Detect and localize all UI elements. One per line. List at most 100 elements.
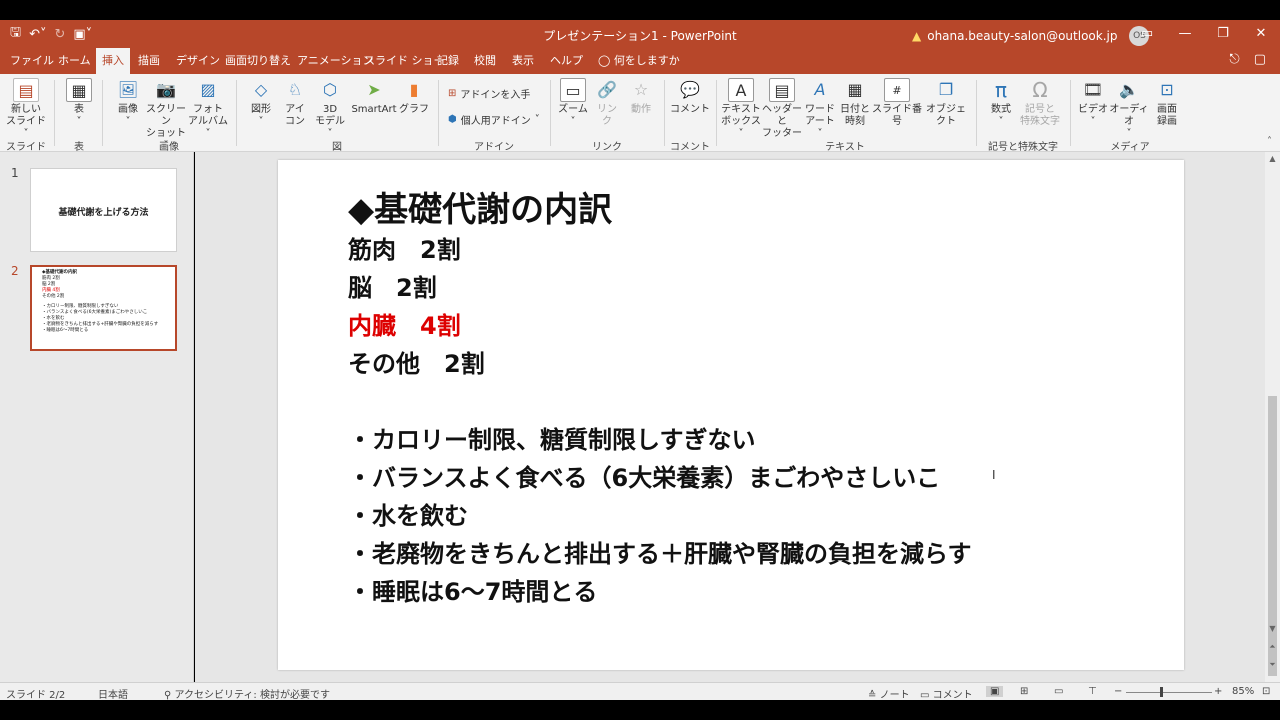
group-media: メディア: [1110, 142, 1150, 153]
minimize-button[interactable]: —: [1166, 20, 1204, 48]
speaker-icon: 🔈: [1119, 80, 1139, 99]
letterbox-bottom: [0, 700, 1280, 720]
scroll-up-icon[interactable]: ▲: [1265, 154, 1280, 163]
slide-thumbnail-pane: 1 基礎代謝を上げる方法 2 ◆基礎代謝の内訳 筋肉 2割 脳 2割 内臓 4割…: [0, 152, 194, 682]
video-button[interactable]: 🎞 ビデオ ˅: [1076, 78, 1110, 128]
slide-thumbnail-2[interactable]: ◆基礎代謝の内訳 筋肉 2割 脳 2割 内臓 4割 その他 2割 ・カロリー制限…: [30, 265, 177, 351]
tab-transitions[interactable]: 画面切り替え: [219, 48, 297, 74]
new-slide-icon: ▤: [13, 78, 39, 102]
comments-button[interactable]: ▭ コメント: [920, 686, 973, 701]
account-email[interactable]: ohana.beauty-salon@outlook.jp: [927, 29, 1117, 43]
screen-recording-button[interactable]: ⊡ 画面 録画: [1150, 78, 1184, 128]
table-button[interactable]: ▦ 表 ˅: [62, 78, 96, 128]
slide-thumbnail-1[interactable]: 基礎代謝を上げる方法: [30, 168, 177, 252]
smartart-button[interactable]: ➤ SmartArt: [350, 78, 398, 116]
textbox-button[interactable]: A テキスト ボックス ˅: [720, 78, 762, 140]
audio-button[interactable]: 🔈 オーディオ ˅: [1108, 78, 1150, 140]
notes-button[interactable]: ≙ ノート: [868, 686, 910, 701]
group-links: リンク: [592, 142, 622, 153]
shapes-button[interactable]: ◇ 図形 ˅: [244, 78, 278, 128]
reading-view-icon[interactable]: ▭: [1054, 686, 1063, 697]
group-text: テキスト: [825, 142, 865, 153]
bullet-item[interactable]: ・カロリー制限、糖質制限しすぎない: [348, 420, 756, 455]
group-images: 画像: [159, 142, 179, 153]
tab-record[interactable]: 記録: [431, 48, 465, 74]
body-line[interactable]: 脳 2割: [348, 268, 437, 303]
ribbon-display-options-icon[interactable]: ▭: [1128, 20, 1166, 48]
screen-recording-icon: ⊡: [1160, 80, 1174, 99]
next-slide-icon[interactable]: ⏷: [1265, 660, 1280, 670]
scrollbar-thumb[interactable]: [1268, 396, 1277, 676]
restore-button[interactable]: ❐: [1204, 20, 1242, 48]
zoom-slider[interactable]: [1126, 692, 1212, 693]
slide-number-button[interactable]: # スライド番号: [872, 78, 922, 128]
my-addins-button[interactable]: ⬢ 個人用アドイン ˅: [448, 112, 540, 127]
3d-model-button[interactable]: ⬡ 3D モデル ˅: [312, 78, 348, 140]
tab-view[interactable]: 表示: [506, 48, 540, 74]
group-slides: スライド: [6, 142, 46, 153]
collapse-ribbon-icon[interactable]: ˄: [1267, 136, 1272, 147]
bullet-item[interactable]: ・老廃物をきちんと排出する＋肝臓や腎臓の負担を減らす: [348, 534, 972, 569]
title-bar: 🖫 ↶˅ ↻ ▣˅ プレゼンテーション1 - PowerPoint ▲ ohan…: [0, 20, 1280, 48]
body-line[interactable]: 筋肉 2割: [348, 230, 461, 265]
vertical-scrollbar[interactable]: ▲ ▼ ⏶ ⏷: [1265, 152, 1280, 682]
calendar-icon: ▦: [847, 80, 863, 99]
bullet-item[interactable]: ・バランスよく食べる（6大栄養素）まごわやさしいこ: [348, 458, 940, 493]
photo-album-button[interactable]: ▨ フォト アルバム ˅: [186, 78, 230, 140]
tell-me-search[interactable]: ◯ 何をしますか: [592, 48, 686, 74]
pi-icon: π: [994, 78, 1008, 102]
zoom-level[interactable]: 85%: [1232, 686, 1254, 697]
bullet-item[interactable]: ・水を飲む: [348, 496, 468, 531]
slide-heading[interactable]: ◆基礎代謝の内訳: [348, 182, 612, 231]
slide-number-2: 2: [11, 264, 19, 278]
wordart-button[interactable]: A ワード アート ˅: [802, 78, 838, 140]
equation-button[interactable]: π 数式 ˅: [984, 78, 1018, 128]
object-button[interactable]: ❐ オブジェクト: [922, 78, 970, 128]
scroll-down-icon[interactable]: ▼: [1265, 624, 1280, 633]
new-slide-button[interactable]: ▤ 新しい スライド ˅: [6, 78, 46, 140]
comment-button[interactable]: 💬 コメント: [670, 78, 710, 116]
body-line-highlight[interactable]: 内臓 4割: [348, 306, 461, 341]
close-button[interactable]: ✕: [1242, 20, 1280, 48]
slide[interactable]: ◆基礎代謝の内訳 筋肉 2割 脳 2割 内臓 4割 その他 2割 ・カロリー制限…: [278, 160, 1184, 670]
bullet-item[interactable]: ・睡眠は6〜7時間とる: [348, 572, 597, 607]
tab-insert[interactable]: 挿入: [96, 48, 130, 74]
star-icon: ☆: [633, 80, 649, 99]
account-area[interactable]: ▲ ohana.beauty-salon@outlook.jp OS: [912, 26, 1150, 46]
language-indicator[interactable]: 日本語: [98, 686, 128, 701]
group-illustrations: 図: [332, 142, 342, 153]
tab-home[interactable]: ホーム: [52, 48, 97, 74]
slideshow-view-icon[interactable]: ⊤: [1088, 686, 1097, 697]
slide-sorter-icon[interactable]: ⊞: [1020, 686, 1028, 697]
get-addins-button[interactable]: ⊞ アドインを入手: [448, 86, 530, 101]
group-symbols: 記号と特殊文字: [988, 142, 1058, 153]
datetime-button[interactable]: ▦ 日付と 時刻: [838, 78, 872, 128]
comments-icon[interactable]: ▢: [1254, 52, 1266, 67]
action-button[interactable]: ☆ 動作: [624, 78, 658, 116]
link-icon: 🔗: [597, 80, 617, 99]
group-addins: アドイン: [474, 142, 514, 153]
zoom-slider-knob[interactable]: [1160, 687, 1163, 697]
tab-draw[interactable]: 描画: [132, 48, 166, 74]
share-icon[interactable]: ⎋: [1229, 52, 1239, 67]
link-button[interactable]: 🔗 リン ク: [592, 78, 622, 128]
normal-view-icon[interactable]: ▣: [986, 686, 1004, 697]
zoom-in-icon[interactable]: +: [1214, 686, 1222, 697]
group-comments: コメント: [670, 142, 710, 153]
table-icon: ▦: [66, 78, 92, 102]
icons-button[interactable]: ♘ アイ コン: [280, 78, 310, 128]
tab-help[interactable]: ヘルプ: [544, 48, 589, 74]
previous-slide-icon[interactable]: ⏶: [1265, 642, 1280, 652]
header-footer-button[interactable]: ▤ ヘッダーと フッター: [762, 78, 802, 140]
accessibility-checker[interactable]: ⚲ アクセシビリティ: 検討が必要です: [164, 686, 330, 701]
chart-button[interactable]: ▮ グラフ: [398, 78, 430, 116]
picture-button[interactable]: 🖼 画像 ˅: [108, 78, 148, 128]
tab-review[interactable]: 校閲: [468, 48, 502, 74]
body-line[interactable]: その他 2割: [348, 344, 485, 379]
fit-slide-icon[interactable]: ⊡: [1262, 686, 1270, 697]
zoom-out-icon[interactable]: −: [1114, 686, 1122, 697]
zoom-button[interactable]: ▭ ズーム ˅: [556, 78, 590, 128]
store-icon: ⊞: [448, 88, 457, 99]
symbol-button[interactable]: Ω 記号と 特殊文字: [1018, 78, 1062, 128]
tab-design[interactable]: デザイン: [170, 48, 226, 74]
